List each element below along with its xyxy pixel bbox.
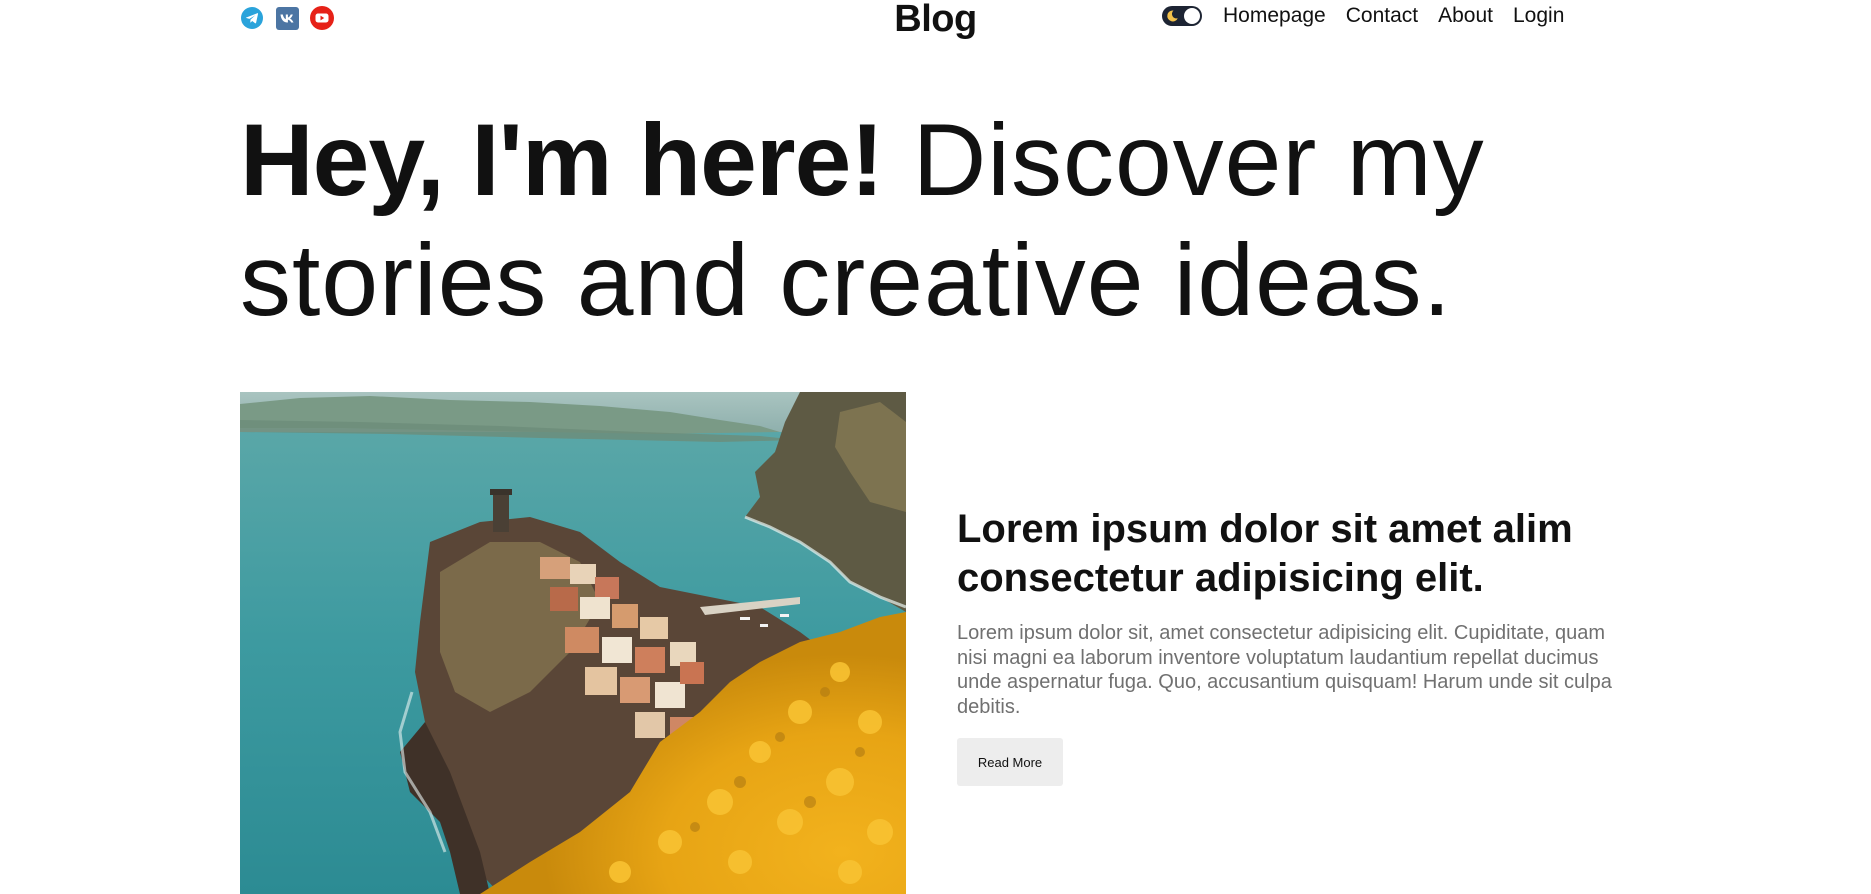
brand-logo[interactable]: Blog xyxy=(894,0,977,40)
toggle-knob xyxy=(1184,8,1200,24)
vk-link[interactable] xyxy=(275,6,299,30)
coastal-village-illustration xyxy=(240,392,906,894)
theme-toggle[interactable] xyxy=(1162,6,1202,26)
nav-link-login[interactable]: Login xyxy=(1513,4,1564,28)
moon-icon xyxy=(1167,10,1178,22)
featured-post-image[interactable] xyxy=(240,392,906,894)
site-header: Blog Homepage Contact About Login xyxy=(0,0,1871,40)
telegram-link[interactable] xyxy=(240,6,264,30)
youtube-link[interactable] xyxy=(310,6,334,30)
featured-post-excerpt: Lorem ipsum dolor sit, amet consectetur … xyxy=(957,622,1612,718)
featured-post-title[interactable]: Lorem ipsum dolor sit amet alim consecte… xyxy=(957,505,1607,603)
nav-link-contact[interactable]: Contact xyxy=(1346,4,1418,28)
hero-heading-bold: Hey, I'm here! xyxy=(240,103,884,217)
nav-link-homepage[interactable]: Homepage xyxy=(1223,4,1326,28)
read-more-button[interactable]: Read More xyxy=(957,738,1063,786)
main-nav: Homepage Contact About Login xyxy=(1162,4,1564,28)
youtube-icon xyxy=(310,6,334,30)
vk-icon xyxy=(275,6,299,30)
hero-heading: Hey, I'm here! Discover my stories and c… xyxy=(240,100,1580,340)
nav-link-about[interactable]: About xyxy=(1438,4,1493,28)
social-links xyxy=(240,6,334,30)
telegram-icon xyxy=(241,7,263,29)
